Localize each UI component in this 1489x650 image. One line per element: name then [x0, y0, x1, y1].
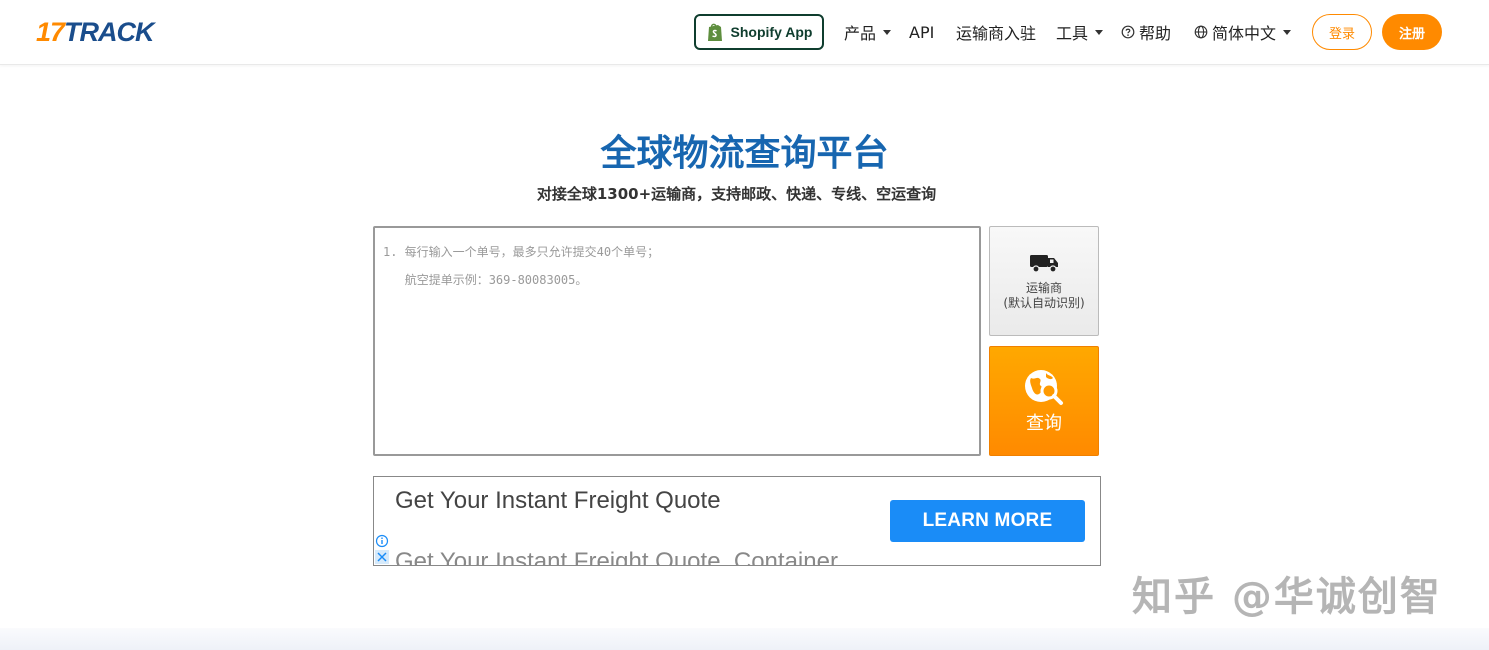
top-navbar: 17TRACK Shopify App 产品 API 运输商入驻 工具 帮助 [0, 0, 1489, 65]
help-circle-icon [1121, 25, 1135, 39]
shopify-app-button[interactable]: Shopify App [694, 14, 824, 50]
carrier-label: 运输商 [1025, 281, 1062, 295]
login-button[interactable]: 登录 [1312, 14, 1372, 50]
nav-products[interactable]: 产品 [844, 20, 892, 44]
nav-carrier-join[interactable]: 运输商入驻 [956, 20, 1036, 44]
bottom-section-edge [0, 628, 1489, 650]
nav-api-label: API [909, 22, 935, 42]
carrier-auto-detect-hint: (默认自动识别) [1003, 296, 1085, 310]
shopify-app-label: Shopify App [730, 24, 813, 40]
ad-info-icon[interactable] [375, 534, 389, 548]
nav-carrier-join-label: 运输商入驻 [956, 24, 1037, 43]
nav-api[interactable]: API [909, 20, 934, 44]
ad-close-icon[interactable] [375, 550, 389, 564]
globe-search-icon [1025, 370, 1063, 405]
nav-help-label: 帮助 [1139, 24, 1172, 43]
page-title: 全球物流查询平台 [600, 133, 889, 174]
register-button[interactable]: 注册 [1382, 14, 1442, 50]
nav-tools-label: 工具 [1056, 24, 1089, 43]
language-selector[interactable]: 简体中文 [1194, 20, 1292, 44]
nav-products-label: 产品 [844, 24, 877, 43]
logo-word: TRACK [64, 16, 154, 47]
carrier-select-button[interactable]: 运输商 (默认自动识别) [989, 226, 1099, 336]
tracking-number-input[interactable] [373, 226, 981, 456]
learn-more-button[interactable]: LEARN MORE [890, 500, 1085, 542]
ad-headline: Get Your Instant Freight Quote [395, 487, 721, 514]
nav-help[interactable]: 帮助 [1121, 20, 1171, 44]
chevron-down-icon [1095, 29, 1104, 35]
site-logo[interactable]: 17 TRACK [36, 16, 155, 48]
chevron-down-icon [1283, 29, 1292, 35]
nav-tools[interactable]: 工具 [1056, 20, 1104, 44]
ad-secondary-text: Get Your Instant Freight Quote, Containe… [395, 548, 838, 566]
search-label: 查询 [1026, 413, 1062, 434]
track-search-button[interactable]: 查询 [989, 346, 1099, 456]
truck-icon [1030, 255, 1058, 273]
language-label: 简体中文 [1212, 24, 1277, 43]
chevron-down-icon [883, 29, 892, 35]
page-subtitle: 对接全球1300+运输商，支持邮政、快递、专线、空运查询 [536, 185, 937, 203]
shopify-icon [707, 23, 722, 41]
logo-number: 17 [36, 16, 65, 47]
globe-icon [1194, 25, 1208, 39]
watermark: 知乎 @华诚创智 [1132, 574, 1442, 620]
ad-banner[interactable]: Get Your Instant Freight Quote Get Your … [373, 476, 1101, 566]
